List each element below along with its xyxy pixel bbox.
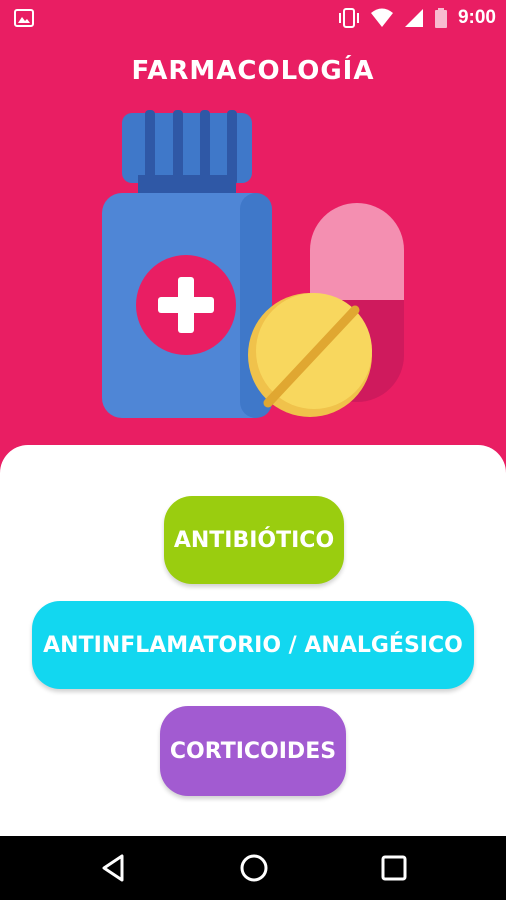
antiinflamatorio-analgesico-button[interactable]: ANTINFLAMATORIO / ANALGÉSICO — [32, 601, 474, 689]
signal-icon — [404, 9, 423, 27]
status-time: 9:00 — [457, 7, 496, 28]
navigation-bar — [0, 836, 506, 900]
app-screen: 9:00 FARMACOLOGÍA ANTIBIÓTICO ANTINFLAMA… — [0, 0, 506, 900]
status-icons: 9:00 — [338, 6, 496, 30]
hero-illustration — [102, 110, 404, 418]
back-icon[interactable] — [96, 850, 132, 886]
cross-icon — [136, 255, 236, 355]
status-bar: 9:00 — [0, 0, 506, 36]
pill-icon — [248, 293, 372, 417]
battery-icon — [434, 8, 447, 28]
antibiotico-button[interactable]: ANTIBIÓTICO — [164, 496, 344, 584]
wifi-icon — [370, 8, 393, 27]
recent-apps-icon[interactable] — [376, 850, 412, 886]
image-notification-icon — [14, 9, 34, 27]
page-title: FARMACOLOGÍA — [131, 56, 375, 86]
corticoides-button[interactable]: CORTICOIDES — [160, 706, 346, 796]
vibrate-icon — [338, 8, 359, 28]
home-icon[interactable] — [236, 850, 272, 886]
